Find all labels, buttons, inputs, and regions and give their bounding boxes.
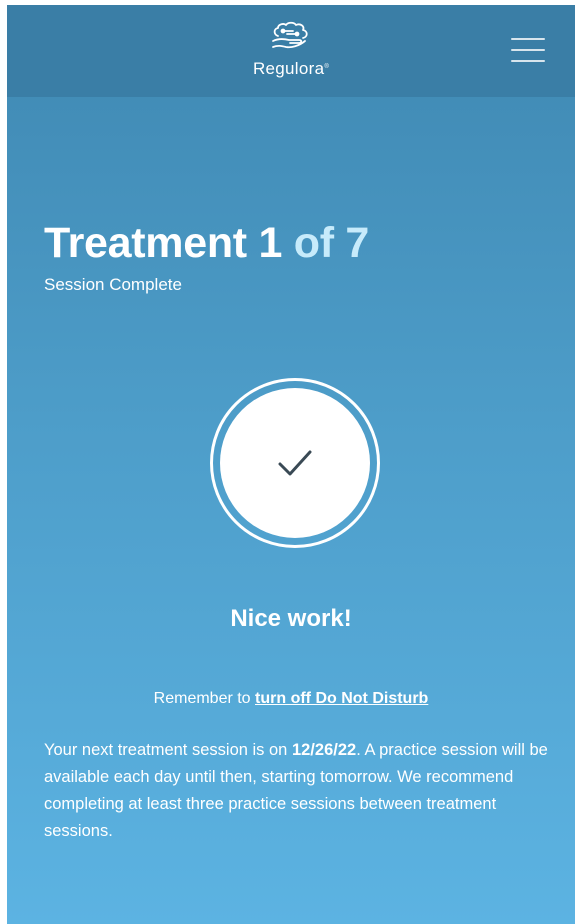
reminder-text: Remember to turn off Do Not Disturb [153,690,429,707]
next-session-info: Your next treatment session is on 12/26/… [44,741,548,840]
page-title: Treatment 1 of 7 [44,219,369,267]
do-not-disturb-link[interactable]: turn off Do Not Disturb [255,690,428,707]
completion-disc [220,388,370,538]
next-session-date: 12/26/22 [291,741,357,759]
hamburger-menu-icon[interactable] [511,38,545,64]
app-header: Regulora® [7,5,575,97]
menu-line [511,38,545,40]
success-message: Nice work! [230,605,352,632]
app-screen: Regulora® Treatment 1 of 7 Session Compl… [7,5,575,924]
brand-name: Regulora® [252,59,330,78]
checkmark-icon [278,450,312,476]
menu-line [511,60,545,62]
brand-logo[interactable]: Regulora® [241,21,341,91]
menu-line [511,49,545,51]
session-status: Session Complete [44,275,182,294]
brain-hand-icon [272,21,308,49]
completion-badge [210,378,380,548]
